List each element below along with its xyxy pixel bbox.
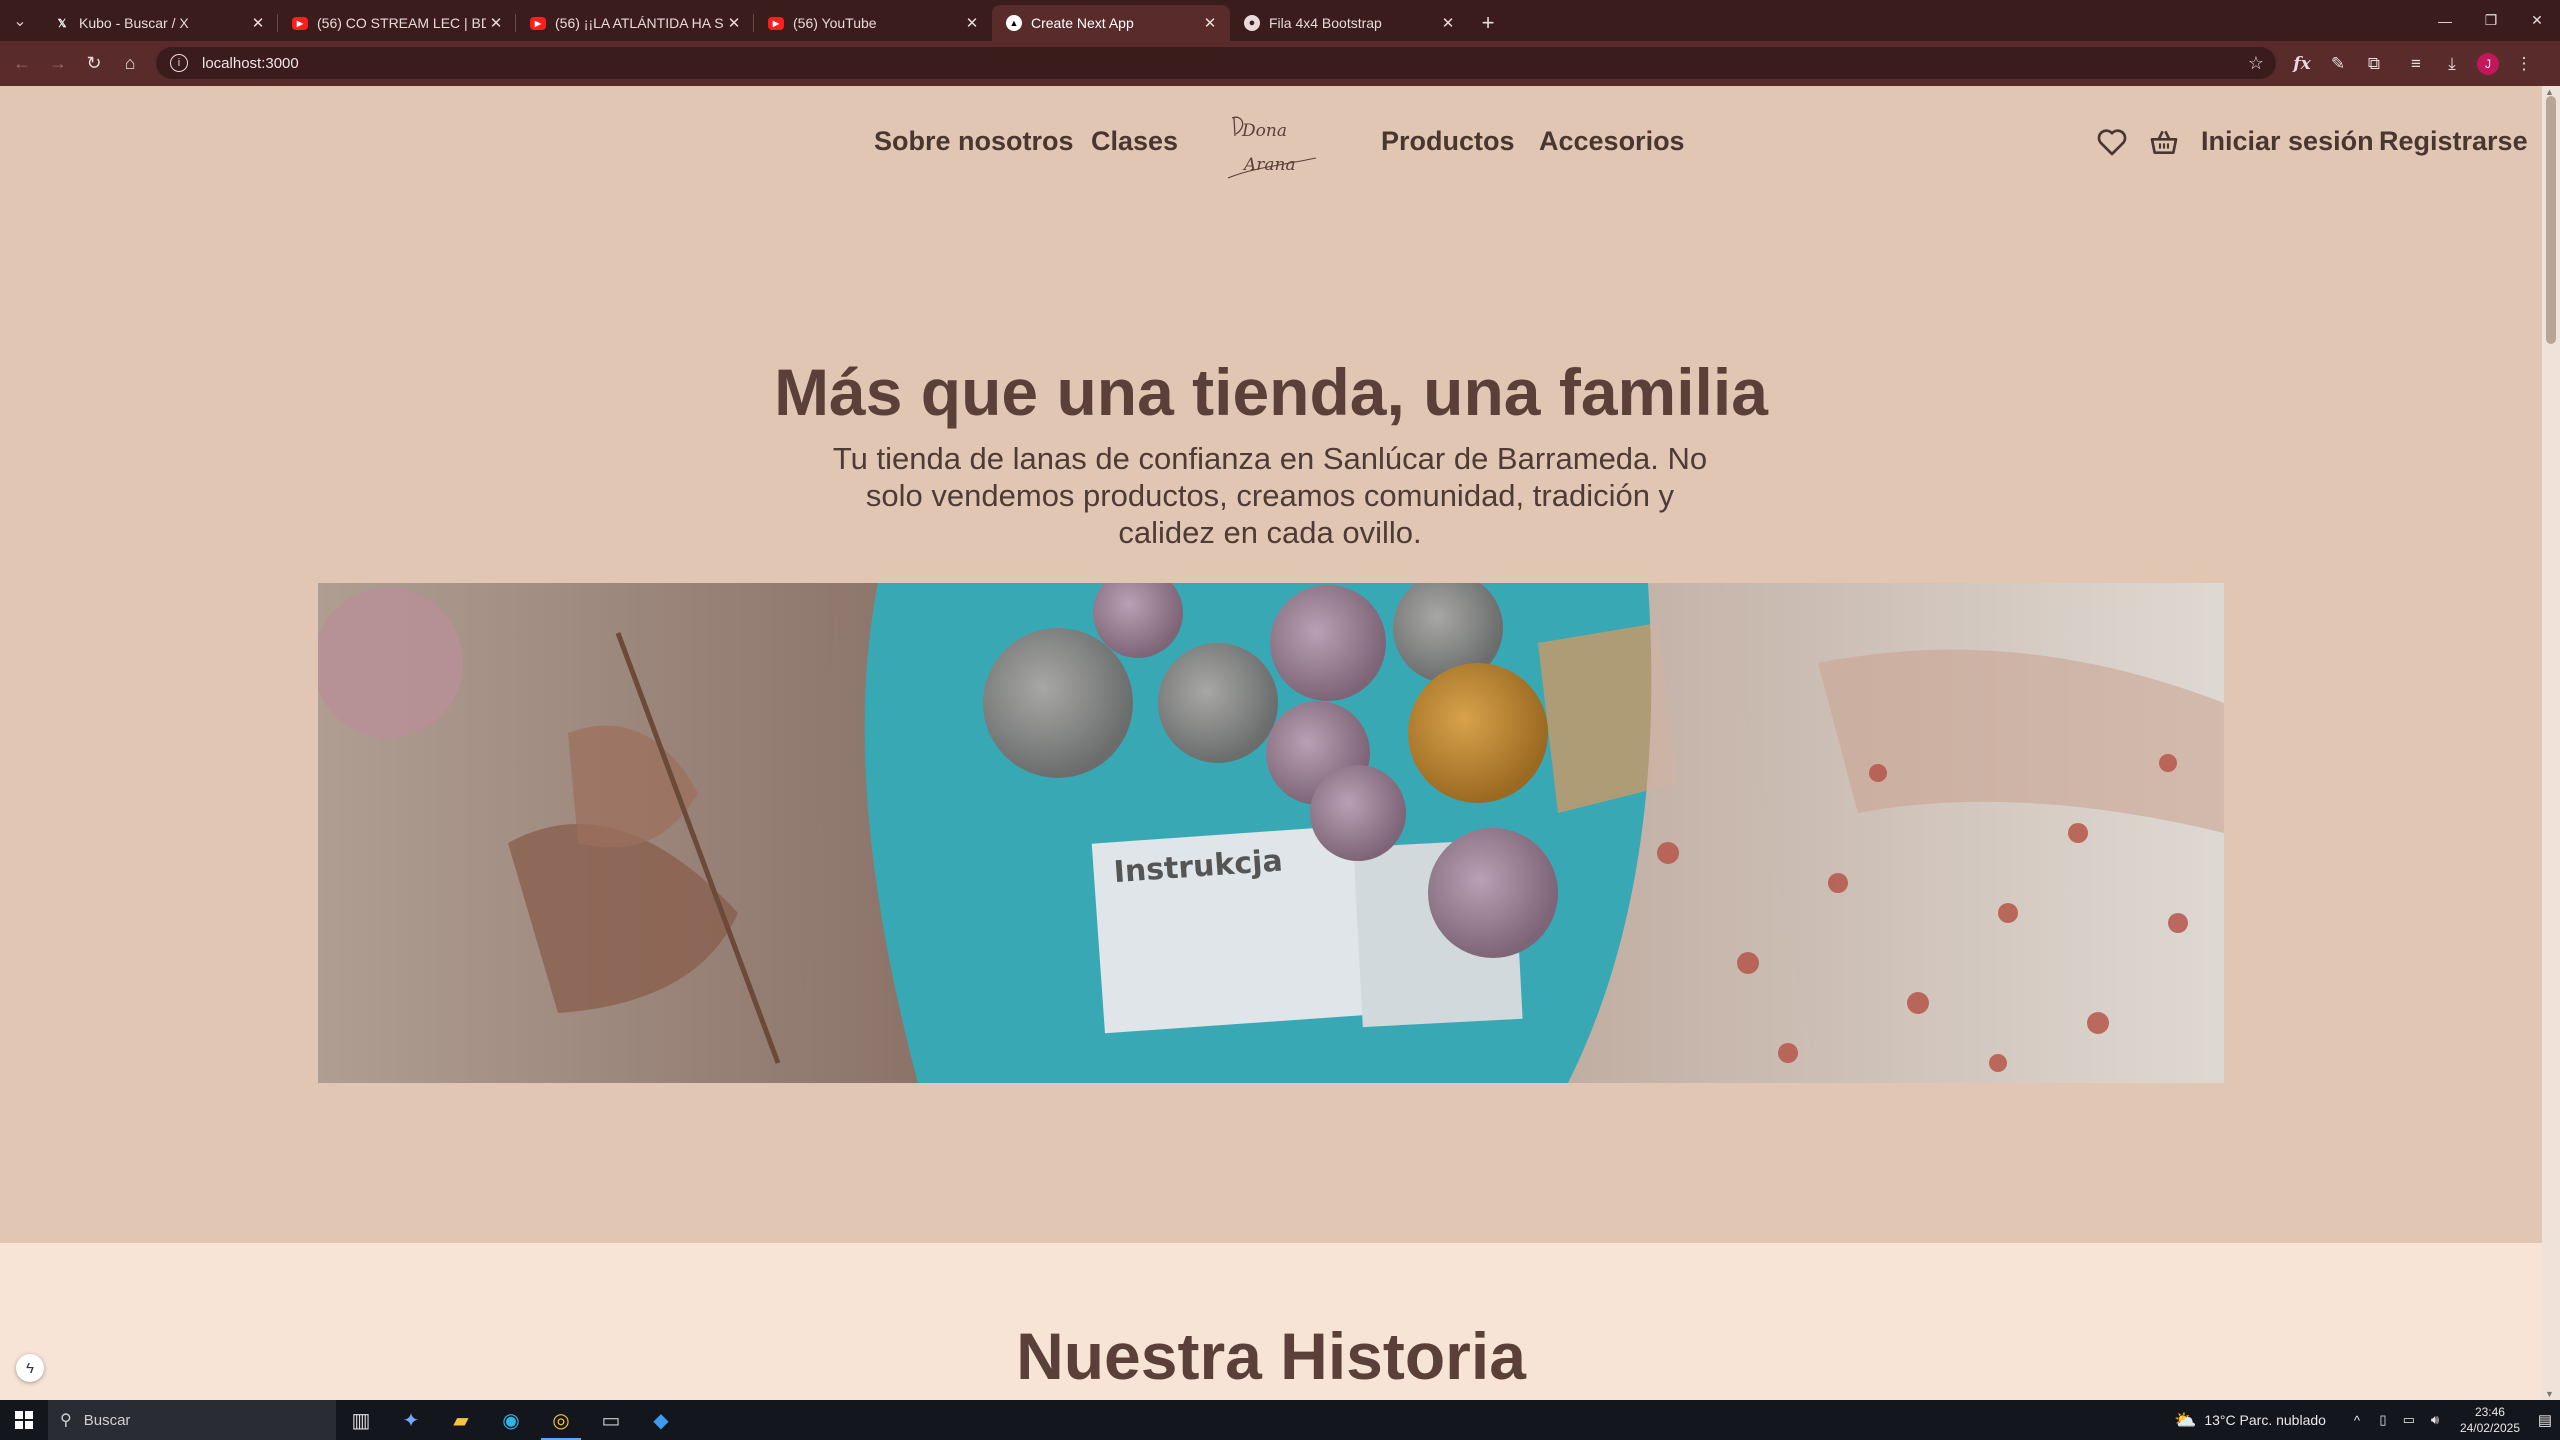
url-text: localhost:3000	[202, 54, 299, 72]
logo-text-line-1: Dona	[1241, 121, 1287, 141]
nextjs-icon: ▲	[1006, 15, 1022, 31]
system-clock[interactable]: 23:46 24/02/2025	[2460, 1404, 2520, 1436]
site-header: Sobre nosotros Clases Dona Arana Product…	[0, 86, 2542, 206]
bookmark-star-icon[interactable]: ☆	[2248, 53, 2264, 74]
x-logo-icon: 𝕏	[57, 17, 67, 30]
extensions-area: fx ✎ ⧉ ≡ ⤓ J ⋮	[2284, 41, 2542, 86]
partly-cloudy-icon: ⛅	[2173, 1409, 2197, 1430]
search-icon: ⚲	[60, 1412, 72, 1429]
restore-icon[interactable]: ❐	[2468, 0, 2514, 41]
download-icon[interactable]: ⤓	[2434, 46, 2470, 82]
chrome-browser-icon[interactable]: ◎	[536, 1400, 586, 1440]
edge-browser-icon[interactable]: ◉	[486, 1400, 536, 1440]
minimize-icon[interactable]: —	[2422, 0, 2468, 41]
reload-icon[interactable]: ↻	[76, 46, 112, 82]
weather-text: 13°C Parc. nublado	[2204, 1412, 2326, 1428]
shopping-basket-icon[interactable]	[2148, 126, 2180, 158]
tab-title: (56) ¡¡LA ATLÁNTIDA HA SIDO E	[555, 15, 724, 31]
hero-knitting-image: Instrukcja	[318, 583, 2224, 1083]
weather-widget[interactable]: ⛅ 13°C Parc. nublado	[2174, 1410, 2326, 1431]
browser-tab-active[interactable]: ▲ Create Next App ✕	[992, 5, 1230, 41]
nav-link-productos[interactable]: Productos	[1381, 126, 1515, 157]
browser-menu-icon[interactable]: ⋮	[2506, 46, 2542, 82]
browser-tab[interactable]: 𝕏 Kubo - Buscar / X ✕	[40, 5, 278, 41]
brand-logo[interactable]: Dona Arana	[1222, 106, 1322, 186]
terminal-icon[interactable]: ▭	[586, 1400, 636, 1440]
fx-extension-icon[interactable]: fx	[2284, 46, 2320, 82]
system-tray: ⛅ 13°C Parc. nublado ^ ▯ ▭ 🔊︎ 23:46 24/0…	[2174, 1400, 2560, 1440]
puzzle-extensions-icon[interactable]: ⧉	[2356, 46, 2392, 82]
youtube-icon: ▶	[530, 16, 546, 30]
task-view-icon[interactable]: ▥	[336, 1400, 386, 1440]
pen-extension-icon[interactable]: ✎	[2320, 46, 2356, 82]
hero-subtitle: Tu tienda de lanas de confianza en Sanlú…	[832, 441, 1708, 550]
network-icon[interactable]: ▭	[2398, 1412, 2420, 1428]
browser-tab[interactable]: ▶ (56) CO STREAM LEC | BDS VS F ✕	[278, 5, 516, 41]
media-queue-icon[interactable]: ≡	[2398, 46, 2434, 82]
profile-avatar[interactable]: J	[2477, 52, 2499, 75]
copilot-icon[interactable]: ✦	[386, 1400, 436, 1440]
history-title: Nuestra Historia	[1016, 1319, 1526, 1393]
close-tab-icon[interactable]: ✕	[1200, 14, 1220, 32]
clock-date: 24/02/2025	[2459, 1421, 2520, 1435]
forward-arrow-icon[interactable]: →	[40, 46, 76, 82]
close-tab-icon[interactable]: ✕	[486, 14, 506, 32]
browser-tab[interactable]: ▶ (56) YouTube ✕	[754, 5, 992, 41]
file-explorer-icon[interactable]: ▰	[436, 1400, 486, 1440]
clock-time: 23:46	[2474, 1405, 2505, 1419]
vscode-icon[interactable]: ◆	[636, 1400, 686, 1440]
tray-chevron-icon[interactable]: ^	[2346, 1413, 2368, 1428]
home-icon[interactable]: ⌂	[112, 46, 148, 82]
tab-title: Fila 4x4 Bootstrap	[1269, 15, 1382, 31]
tab-title: Create Next App	[1031, 15, 1134, 31]
windows-start-icon[interactable]	[0, 1400, 48, 1440]
new-tab-plus-icon[interactable]: +	[1468, 5, 1508, 41]
close-tab-icon[interactable]: ✕	[724, 14, 744, 32]
logo-text-line-2: Arana	[1242, 155, 1296, 175]
page-viewport: Sobre nosotros Clases Dona Arana Product…	[0, 86, 2560, 1400]
site-info-icon[interactable]: i	[170, 54, 188, 72]
browser-toolbar: ← → ↻ ⌂ i localhost:3000 ☆ fx ✎ ⧉ ≡ ⤓ J …	[0, 41, 2560, 86]
tab-title: (56) YouTube	[793, 15, 877, 31]
nextjs-dev-indicator-icon[interactable]: ϟ	[16, 1354, 44, 1382]
scroll-down-arrow-icon[interactable]: ▼	[2545, 1389, 2554, 1399]
back-arrow-icon[interactable]: ←	[4, 46, 40, 82]
youtube-icon: ▶	[292, 16, 308, 30]
nav-link-clases[interactable]: Clases	[1091, 126, 1178, 157]
volume-icon[interactable]: 🔊︎	[2424, 1412, 2446, 1428]
github-icon: ●	[1244, 15, 1260, 31]
battery-icon[interactable]: ▯	[2372, 1412, 2394, 1428]
address-bar[interactable]: i localhost:3000 ☆	[156, 47, 2276, 79]
nav-link-sobre-nosotros[interactable]: Sobre nosotros	[874, 126, 1074, 157]
page-scrollbar[interactable]: ▲ ▼	[2542, 86, 2560, 1400]
youtube-icon: ▶	[768, 16, 784, 30]
favorites-heart-icon[interactable]	[2096, 126, 2128, 158]
hero-title: Más que una tienda, una familia	[774, 355, 1768, 429]
nav-link-accesorios[interactable]: Accesorios	[1539, 126, 1685, 157]
login-link[interactable]: Iniciar sesión	[2201, 126, 2374, 157]
close-tab-icon[interactable]: ✕	[962, 14, 982, 32]
taskbar-search-placeholder: Buscar	[83, 1411, 131, 1429]
tab-title: Kubo - Buscar / X	[79, 15, 189, 31]
window-controls: — ❐ ✕	[2422, 0, 2560, 41]
tab-title: (56) CO STREAM LEC | BDS VS F	[317, 15, 486, 31]
close-tab-icon[interactable]: ✕	[248, 14, 268, 32]
close-tab-icon[interactable]: ✕	[1438, 14, 1458, 32]
browser-tab-bar: ⌄ 𝕏 Kubo - Buscar / X ✕ ▶ (56) CO STREAM…	[0, 0, 2560, 41]
register-link[interactable]: Registrarse	[2379, 126, 2528, 157]
browser-tab[interactable]: ▶ (56) ¡¡LA ATLÁNTIDA HA SIDO E ✕	[516, 5, 754, 41]
notifications-icon[interactable]: ▤	[2530, 1400, 2560, 1440]
tab-search-chevron-icon[interactable]: ⌄	[0, 0, 40, 41]
close-window-icon[interactable]: ✕	[2514, 0, 2560, 41]
taskbar-search-box[interactable]: ⚲ Buscar	[48, 1400, 336, 1440]
windows-taskbar: ⚲ Buscar ▥ ✦ ▰ ◉ ◎ ▭ ◆ ⛅ 13°C Parc. nubl…	[0, 1400, 2560, 1440]
scrollbar-thumb[interactable]	[2546, 96, 2556, 344]
browser-tab[interactable]: ● Fila 4x4 Bootstrap ✕	[1230, 5, 1468, 41]
